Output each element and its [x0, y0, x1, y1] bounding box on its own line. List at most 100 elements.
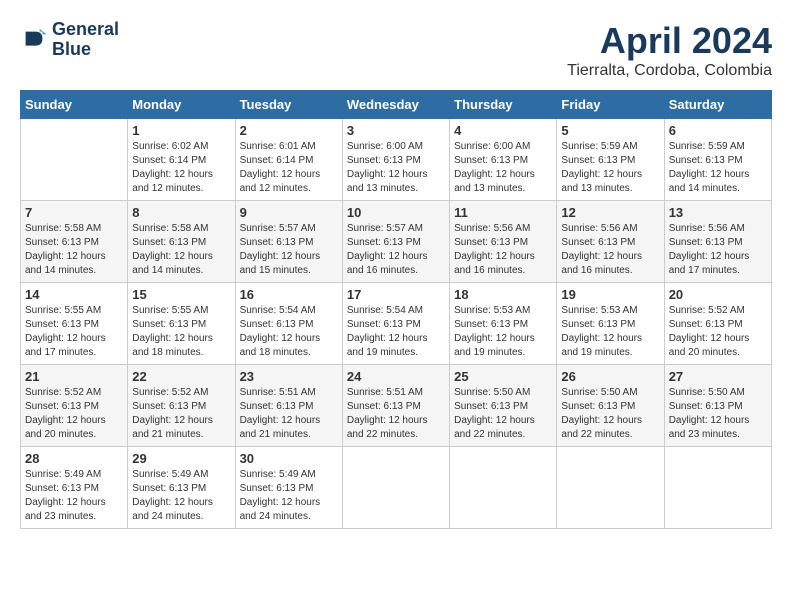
calendar-cell: 7 Sunrise: 5:58 AM Sunset: 6:13 PM Daylig… [21, 201, 128, 283]
day-number: 28 [25, 451, 123, 466]
day-info: Sunrise: 5:56 AM Sunset: 6:13 PM Dayligh… [454, 222, 552, 278]
day-info: Sunrise: 5:57 AM Sunset: 6:13 PM Dayligh… [347, 222, 445, 278]
day-number: 15 [132, 287, 230, 302]
day-number: 11 [454, 205, 552, 220]
calendar-cell: 4 Sunrise: 6:00 AM Sunset: 6:13 PM Daylig… [450, 119, 557, 201]
calendar-cell: 13 Sunrise: 5:56 AM Sunset: 6:13 PM Dayli… [664, 201, 771, 283]
weekday-header-friday: Friday [557, 91, 664, 119]
day-number: 9 [240, 205, 338, 220]
day-info: Sunrise: 6:01 AM Sunset: 6:14 PM Dayligh… [240, 140, 338, 196]
day-number: 13 [669, 205, 767, 220]
calendar-cell: 25 Sunrise: 5:50 AM Sunset: 6:13 PM Dayli… [450, 365, 557, 447]
calendar-cell: 24 Sunrise: 5:51 AM Sunset: 6:13 PM Dayli… [342, 365, 449, 447]
day-number: 1 [132, 123, 230, 138]
day-info: Sunrise: 5:53 AM Sunset: 6:13 PM Dayligh… [454, 304, 552, 360]
title-area: April 2024 Tierralta, Cordoba, Colombia [567, 20, 772, 80]
day-info: Sunrise: 5:52 AM Sunset: 6:13 PM Dayligh… [669, 304, 767, 360]
day-info: Sunrise: 6:00 AM Sunset: 6:13 PM Dayligh… [347, 140, 445, 196]
day-number: 17 [347, 287, 445, 302]
calendar-cell: 9 Sunrise: 5:57 AM Sunset: 6:13 PM Daylig… [235, 201, 342, 283]
day-info: Sunrise: 5:56 AM Sunset: 6:13 PM Dayligh… [669, 222, 767, 278]
day-number: 25 [454, 369, 552, 384]
calendar-cell: 16 Sunrise: 5:54 AM Sunset: 6:13 PM Dayli… [235, 283, 342, 365]
weekday-header-monday: Monday [128, 91, 235, 119]
calendar-cell: 20 Sunrise: 5:52 AM Sunset: 6:13 PM Dayli… [664, 283, 771, 365]
day-info: Sunrise: 5:50 AM Sunset: 6:13 PM Dayligh… [454, 386, 552, 442]
day-number: 10 [347, 205, 445, 220]
day-number: 23 [240, 369, 338, 384]
calendar-cell: 22Sunrise: 5:52 AM Sunset: 6:13 PM Dayli… [128, 365, 235, 447]
day-number: 5 [561, 123, 659, 138]
calendar-cell: 10 Sunrise: 5:57 AM Sunset: 6:13 PM Dayli… [342, 201, 449, 283]
day-info: Sunrise: 6:00 AM Sunset: 6:13 PM Dayligh… [454, 140, 552, 196]
calendar-cell [450, 447, 557, 529]
calendar-cell: 23 Sunrise: 5:51 AM Sunset: 6:13 PM Dayli… [235, 365, 342, 447]
day-number: 29 [132, 451, 230, 466]
day-info: Sunrise: 6:02 AM Sunset: 6:14 PM Dayligh… [132, 140, 230, 196]
calendar-cell [557, 447, 664, 529]
day-number: 24 [347, 369, 445, 384]
day-number: 12 [561, 205, 659, 220]
calendar-cell: 11 Sunrise: 5:56 AM Sunset: 6:13 PM Dayli… [450, 201, 557, 283]
calendar-cell: 8 Sunrise: 5:58 AM Sunset: 6:13 PM Daylig… [128, 201, 235, 283]
day-info: Sunrise: 5:55 AM Sunset: 6:13 PM Dayligh… [132, 304, 230, 360]
day-number: 19 [561, 287, 659, 302]
day-info: Sunrise: 5:58 AM Sunset: 6:13 PM Dayligh… [132, 222, 230, 278]
header: General Blue April 2024 Tierralta, Cordo… [20, 20, 772, 80]
day-number: 20 [669, 287, 767, 302]
day-info: Sunrise: 5:55 AM Sunset: 6:13 PM Dayligh… [25, 304, 123, 360]
day-number: 18 [454, 287, 552, 302]
day-info: Sunrise: 5:49 AM Sunset: 6:13 PM Dayligh… [132, 468, 230, 524]
weekday-header-thursday: Thursday [450, 91, 557, 119]
calendar-cell: 29 Sunrise: 5:49 AM Sunset: 6:13 PM Dayli… [128, 447, 235, 529]
day-info: Sunrise: 5:49 AM Sunset: 6:13 PM Dayligh… [240, 468, 338, 524]
calendar-cell: 12 Sunrise: 5:56 AM Sunset: 6:13 PM Dayli… [557, 201, 664, 283]
calendar-cell: 14 Sunrise: 5:55 AM Sunset: 6:13 PM Dayli… [21, 283, 128, 365]
calendar-cell: 18 Sunrise: 5:53 AM Sunset: 6:13 PM Dayli… [450, 283, 557, 365]
calendar-cell: 3 Sunrise: 6:00 AM Sunset: 6:13 PM Daylig… [342, 119, 449, 201]
day-info: Sunrise: 5:52 AM Sunset: 6:13 PM Dayligh… [132, 386, 230, 442]
day-number: 21 [25, 369, 123, 384]
day-number: 7 [25, 205, 123, 220]
day-info: Sunrise: 5:57 AM Sunset: 6:13 PM Dayligh… [240, 222, 338, 278]
day-info: Sunrise: 5:51 AM Sunset: 6:13 PM Dayligh… [240, 386, 338, 442]
day-number: 30 [240, 451, 338, 466]
day-info: Sunrise: 5:59 AM Sunset: 6:13 PM Dayligh… [561, 140, 659, 196]
logo: General Blue [20, 20, 119, 60]
day-number: 14 [25, 287, 123, 302]
calendar-cell [664, 447, 771, 529]
day-info: Sunrise: 5:58 AM Sunset: 6:13 PM Dayligh… [25, 222, 123, 278]
calendar-cell: 28 Sunrise: 5:49 AM Sunset: 6:13 PM Dayli… [21, 447, 128, 529]
calendar-cell: 19 Sunrise: 5:53 AM Sunset: 6:13 PM Dayli… [557, 283, 664, 365]
location: Tierralta, Cordoba, Colombia [567, 62, 772, 80]
day-info: Sunrise: 5:54 AM Sunset: 6:13 PM Dayligh… [240, 304, 338, 360]
day-number: 4 [454, 123, 552, 138]
calendar-cell: 27 Sunrise: 5:50 AM Sunset: 6:13 PM Dayli… [664, 365, 771, 447]
weekday-header-tuesday: Tuesday [235, 91, 342, 119]
day-info: Sunrise: 5:50 AM Sunset: 6:13 PM Dayligh… [669, 386, 767, 442]
calendar-cell: 2 Sunrise: 6:01 AM Sunset: 6:14 PM Daylig… [235, 119, 342, 201]
calendar-cell: 21Sunrise: 5:52 AM Sunset: 6:13 PM Dayli… [21, 365, 128, 447]
calendar-cell: 15 Sunrise: 5:55 AM Sunset: 6:13 PM Dayli… [128, 283, 235, 365]
calendar-cell [21, 119, 128, 201]
month-title: April 2024 [567, 20, 772, 62]
weekday-header-wednesday: Wednesday [342, 91, 449, 119]
day-number: 16 [240, 287, 338, 302]
calendar-cell: 30 Sunrise: 5:49 AM Sunset: 6:13 PM Dayli… [235, 447, 342, 529]
logo-text: General Blue [52, 20, 119, 60]
calendar-cell: 1 Sunrise: 6:02 AM Sunset: 6:14 PM Daylig… [128, 119, 235, 201]
day-number: 8 [132, 205, 230, 220]
calendar-cell: 5 Sunrise: 5:59 AM Sunset: 6:13 PM Daylig… [557, 119, 664, 201]
calendar-cell [342, 447, 449, 529]
day-info: Sunrise: 5:51 AM Sunset: 6:13 PM Dayligh… [347, 386, 445, 442]
day-number: 26 [561, 369, 659, 384]
day-info: Sunrise: 5:56 AM Sunset: 6:13 PM Dayligh… [561, 222, 659, 278]
day-number: 3 [347, 123, 445, 138]
day-number: 2 [240, 123, 338, 138]
day-number: 6 [669, 123, 767, 138]
day-info: Sunrise: 5:54 AM Sunset: 6:13 PM Dayligh… [347, 304, 445, 360]
day-number: 27 [669, 369, 767, 384]
day-info: Sunrise: 5:49 AM Sunset: 6:13 PM Dayligh… [25, 468, 123, 524]
day-info: Sunrise: 5:53 AM Sunset: 6:13 PM Dayligh… [561, 304, 659, 360]
weekday-header-saturday: Saturday [664, 91, 771, 119]
